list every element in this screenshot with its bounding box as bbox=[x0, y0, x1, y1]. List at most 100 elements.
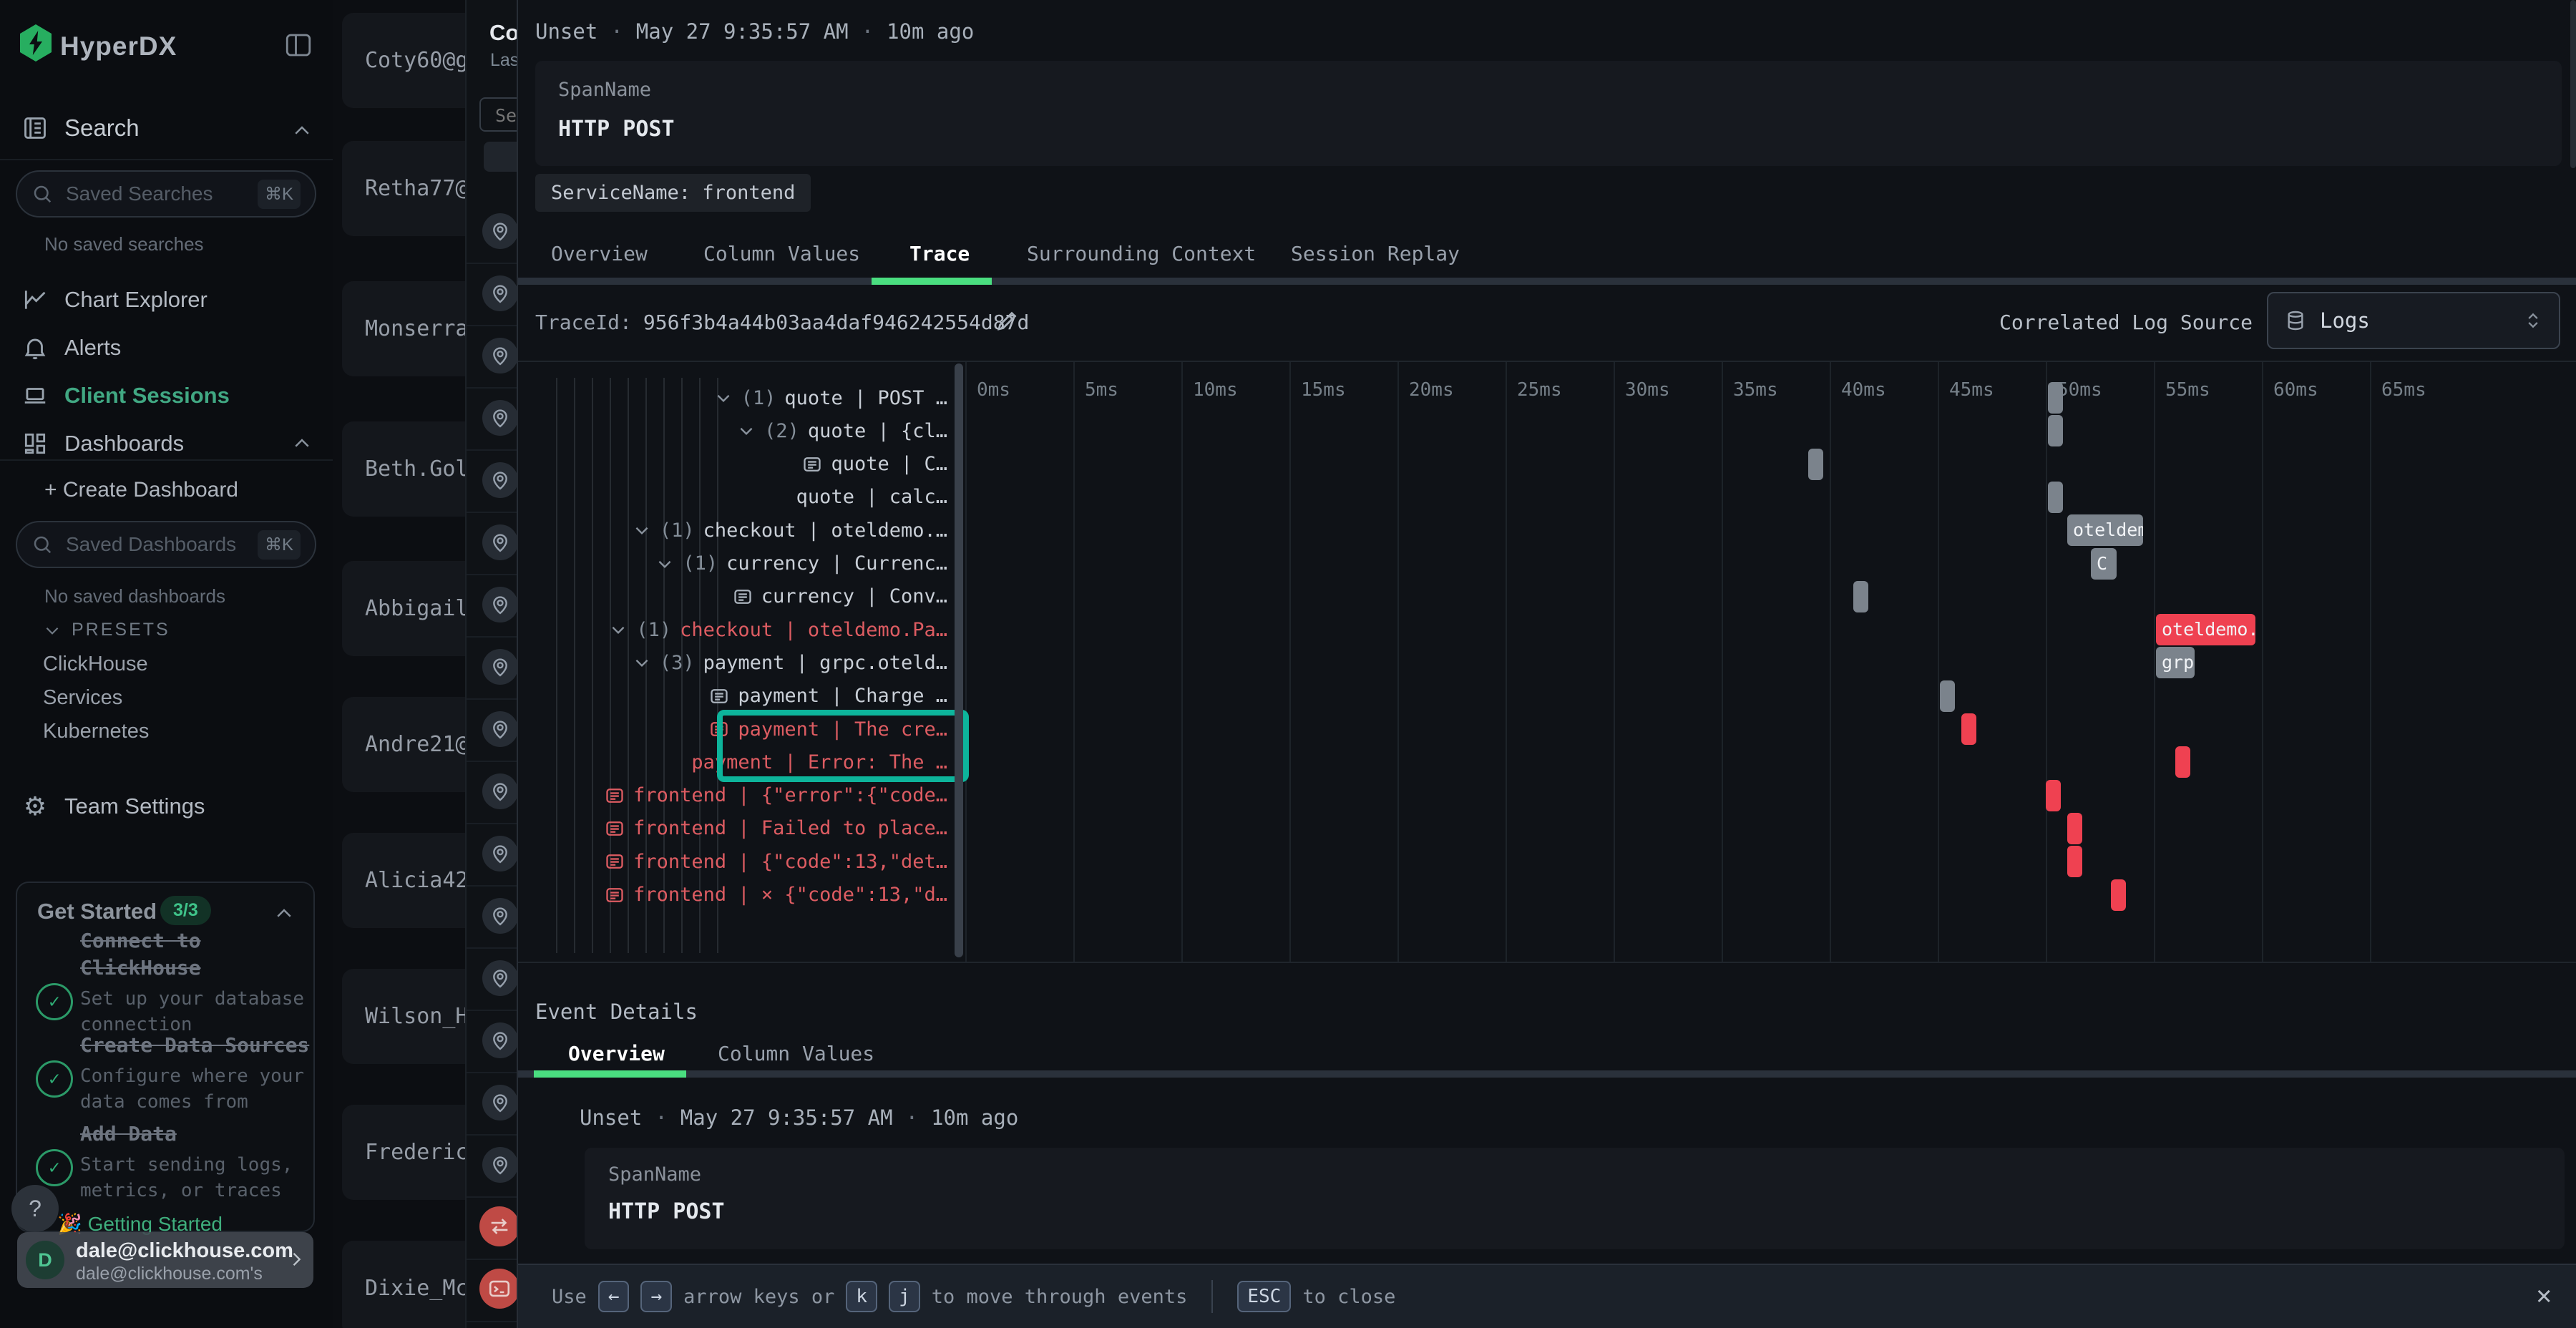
session-event-row bbox=[467, 449, 518, 513]
location-pin-icon[interactable] bbox=[482, 587, 518, 622]
span-duration-bar[interactable] bbox=[2048, 382, 2063, 414]
location-pin-icon[interactable] bbox=[482, 649, 518, 685]
span-duration-bar[interactable] bbox=[2067, 813, 2082, 844]
trace-span-row[interactable]: (1) quote | POST … bbox=[714, 381, 947, 414]
tree-indent-guide bbox=[574, 378, 575, 953]
selected-span-highlight bbox=[717, 710, 969, 782]
axis-tick-label: 60ms bbox=[2273, 379, 2318, 401]
span-duration-bar[interactable] bbox=[1808, 449, 1823, 480]
gridline bbox=[2154, 362, 2155, 962]
span-duration-bar[interactable]: oteldem bbox=[2067, 514, 2143, 546]
trace-span-row[interactable]: (1) checkout | oteldemo.… bbox=[633, 514, 947, 547]
span-duration-bar[interactable] bbox=[2111, 879, 2126, 911]
trace-span-row[interactable]: frontend | × {"code":13,"d… bbox=[605, 879, 947, 912]
trace-span-row[interactable]: (3) payment | grpc.oteld… bbox=[633, 646, 947, 679]
span-duration-bar[interactable] bbox=[2046, 780, 2061, 811]
collapse-sidebar-button[interactable] bbox=[283, 30, 313, 60]
axis-tick-label: 50ms bbox=[2057, 379, 2102, 401]
location-pin-icon[interactable] bbox=[482, 773, 518, 809]
axis-tick-label: 40ms bbox=[1841, 379, 1886, 401]
trace-span-row[interactable]: frontend | {"code":13,"det… bbox=[605, 845, 947, 878]
preset-item-clickhouse[interactable]: ClickHouse bbox=[43, 653, 148, 676]
trace-span-row[interactable]: quote | C… bbox=[802, 448, 947, 481]
axis-tick-label: 0ms bbox=[977, 379, 1010, 401]
sidebar-item-client-sessions[interactable]: Client Sessions bbox=[0, 374, 333, 418]
session-event-row bbox=[467, 1196, 518, 1260]
saved-dashboards-search[interactable]: ⌘K bbox=[16, 521, 316, 568]
span-label: currency | Currenc… bbox=[726, 552, 947, 575]
location-pin-icon[interactable] bbox=[482, 338, 518, 374]
location-pin-icon[interactable] bbox=[482, 898, 518, 934]
trace-span-row[interactable]: (2) quote | {cl… bbox=[737, 414, 947, 447]
location-pin-icon[interactable] bbox=[482, 1085, 518, 1120]
span-duration-bar[interactable]: C bbox=[2091, 548, 2117, 580]
session-name: Abbigail bbox=[365, 561, 465, 656]
user-menu[interactable]: D dale@clickhouse.com dale@clickhouse.co… bbox=[17, 1232, 313, 1288]
span-label: frontend | Failed to place… bbox=[633, 817, 947, 839]
trace-span-row[interactable]: quote | calc… bbox=[796, 481, 947, 514]
location-pin-icon[interactable] bbox=[482, 836, 518, 872]
span-duration-bar[interactable] bbox=[2067, 846, 2082, 877]
session-search-box[interactable] bbox=[479, 97, 518, 132]
session-search-input[interactable] bbox=[494, 104, 518, 127]
trace-span-row[interactable]: frontend | Failed to place… bbox=[605, 812, 947, 845]
sidebar-item-team-settings[interactable]: ⚙ Team Settings bbox=[0, 784, 333, 829]
trace-span-row[interactable]: (1) currency | Currenc… bbox=[655, 547, 947, 580]
location-pin-icon[interactable] bbox=[482, 213, 518, 249]
session-card[interactable]: Dixie_Mc bbox=[342, 1241, 465, 1328]
close-icon[interactable]: ✕ bbox=[2536, 1281, 2552, 1310]
span-duration-bar[interactable] bbox=[1940, 680, 1955, 712]
span-duration-bar[interactable]: grp bbox=[2156, 647, 2195, 678]
location-pin-icon[interactable] bbox=[482, 524, 518, 560]
session-card[interactable]: Retha77@ bbox=[342, 141, 465, 236]
trace-span-row[interactable]: (1) checkout | oteldemo.Pa… bbox=[609, 613, 947, 646]
terminal-icon[interactable] bbox=[479, 1269, 518, 1309]
span-duration-bar[interactable] bbox=[2048, 482, 2063, 513]
gridline bbox=[1073, 362, 1075, 962]
span-duration-bar[interactable] bbox=[2048, 415, 2063, 446]
session-card[interactable]: Coty60@g bbox=[342, 13, 465, 108]
page-scrollbar[interactable] bbox=[2570, 0, 2576, 168]
help-button[interactable]: ? bbox=[11, 1185, 59, 1232]
sidebar-section-search[interactable]: Search bbox=[0, 106, 333, 150]
trace-span-row[interactable]: frontend | {"error":{"code… bbox=[605, 779, 947, 812]
session-filter-button[interactable] bbox=[484, 142, 518, 172]
status-text: Unset bbox=[580, 1102, 642, 1133]
preset-item-kubernetes[interactable]: Kubernetes bbox=[43, 720, 149, 743]
event-details-tab-column-values[interactable]: Column Values bbox=[718, 1036, 874, 1072]
sidebar-item-alerts[interactable]: Alerts bbox=[0, 326, 333, 370]
span-duration-bar[interactable] bbox=[2175, 746, 2190, 778]
session-card[interactable]: Monserra bbox=[342, 281, 465, 376]
location-pin-icon[interactable] bbox=[482, 1022, 518, 1058]
chevron-up-icon[interactable] bbox=[273, 903, 295, 924]
session-name: Alicia42 bbox=[365, 833, 465, 928]
span-duration-bar[interactable]: oteldemo. bbox=[2156, 614, 2255, 645]
preset-item-services[interactable]: Services bbox=[43, 686, 122, 710]
location-pin-icon[interactable] bbox=[482, 960, 518, 996]
session-card[interactable]: Beth.Gol bbox=[342, 421, 465, 517]
session-card[interactable]: Alicia42 bbox=[342, 833, 465, 928]
location-pin-icon[interactable] bbox=[482, 1147, 518, 1183]
presets-toggle[interactable]: PRESETS bbox=[43, 620, 170, 640]
session-card[interactable]: Frederic bbox=[342, 1105, 465, 1200]
session-name: Andre21@ bbox=[365, 697, 465, 792]
span-duration-bar[interactable] bbox=[1853, 581, 1868, 612]
span-duration-bar[interactable] bbox=[1961, 713, 1976, 745]
location-pin-icon[interactable] bbox=[482, 275, 518, 311]
saved-searches-input[interactable] bbox=[64, 182, 246, 206]
location-pin-icon[interactable] bbox=[482, 400, 518, 436]
trace-span-row[interactable]: currency | Conv… bbox=[733, 580, 947, 613]
event-details-tab-overview[interactable]: Overview bbox=[568, 1036, 665, 1072]
saved-searches-search[interactable]: ⌘K bbox=[16, 170, 316, 218]
saved-dashboards-input[interactable] bbox=[64, 532, 246, 557]
swap-arrows-icon[interactable] bbox=[479, 1206, 518, 1246]
create-dashboard-button[interactable]: + Create Dashboard bbox=[44, 478, 238, 502]
sidebar-item-chart-explorer[interactable]: Chart Explorer bbox=[0, 278, 333, 322]
session-card[interactable]: Andre21@ bbox=[342, 697, 465, 792]
location-pin-icon[interactable] bbox=[482, 711, 518, 747]
session-card[interactable]: Abbigail bbox=[342, 561, 465, 656]
waterfall-scrollbar[interactable] bbox=[955, 363, 963, 957]
trace-span-row[interactable]: payment | Charge … bbox=[709, 680, 947, 713]
location-pin-icon[interactable] bbox=[482, 462, 518, 498]
session-card[interactable]: Wilson_H bbox=[342, 969, 465, 1064]
